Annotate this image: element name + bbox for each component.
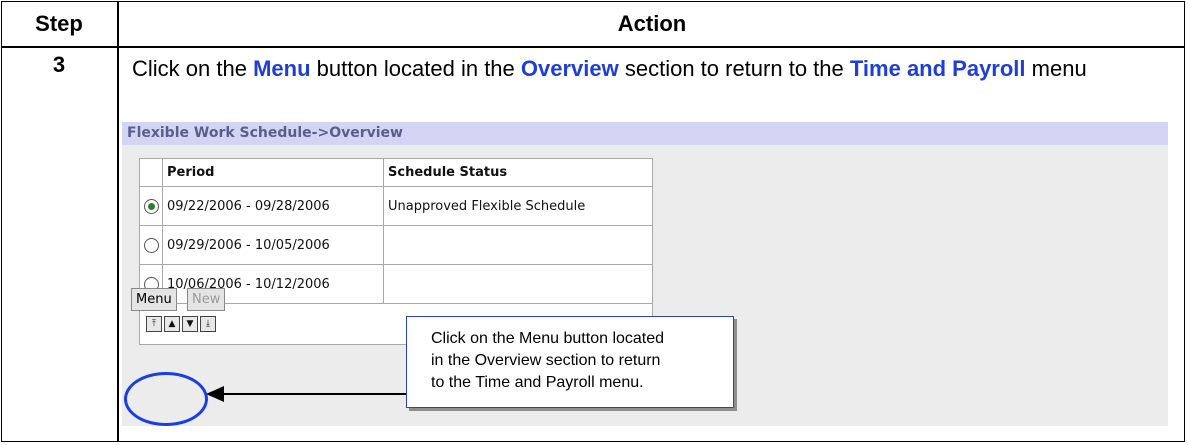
grid-select-header (139, 158, 163, 187)
column-divider (117, 1, 119, 442)
instruction-segment: Click on the (132, 56, 254, 81)
status-cell (383, 264, 653, 304)
previous-page-icon[interactable]: ▲ (164, 316, 180, 332)
table-row[interactable]: 09/22/2006 - 09/28/2006 Unapproved Flexi… (139, 186, 653, 226)
radio-cell (139, 186, 163, 226)
table-row[interactable]: 09/29/2006 - 10/05/2006 (139, 225, 653, 265)
status-cell: Unapproved Flexible Schedule (383, 186, 653, 226)
header-divider (1, 46, 1185, 48)
callout-line: Click on the Menu button located (431, 330, 665, 347)
period-cell: 09/29/2006 - 10/05/2006 (162, 225, 384, 265)
callout-box: Click on the Menu button located in the … (406, 316, 734, 408)
status-cell (383, 225, 653, 265)
column-header-period: Period (162, 158, 384, 187)
instruction-segment: menu (1025, 56, 1087, 81)
keyword-time-and-payroll: Time and Payroll (849, 56, 1026, 81)
highlight-ring (124, 372, 208, 426)
callout-line: in the Overview section to return (431, 352, 661, 369)
next-page-icon[interactable]: ▼ (182, 316, 198, 332)
period-radio-selected[interactable] (143, 198, 159, 214)
period-radio[interactable] (143, 237, 159, 253)
first-page-icon[interactable]: ⤒ (146, 316, 162, 332)
column-header-schedule-status: Schedule Status (383, 158, 653, 187)
new-button[interactable]: New (187, 288, 226, 311)
period-cell: 09/22/2006 - 09/28/2006 (162, 186, 384, 226)
radio-cell (139, 225, 163, 265)
instruction-segment: button located in the (310, 56, 521, 81)
instruction-segment: section to return to the (618, 56, 850, 81)
step-number: 3 (52, 52, 66, 77)
header-step: Step (35, 10, 83, 36)
grid-header-row: Period Schedule Status (139, 158, 653, 187)
breadcrumb: Flexible Work Schedule->Overview (122, 122, 1168, 145)
instruction-text: Click on the Menu button located in the … (132, 52, 1162, 86)
menu-button[interactable]: Menu (131, 288, 177, 311)
keyword-overview: Overview (520, 56, 619, 81)
callout-line: to the Time and Payroll menu. (431, 374, 644, 391)
keyword-menu: Menu (253, 56, 311, 81)
header-action: Action (617, 10, 687, 36)
last-page-icon[interactable]: ⤓ (200, 316, 216, 332)
